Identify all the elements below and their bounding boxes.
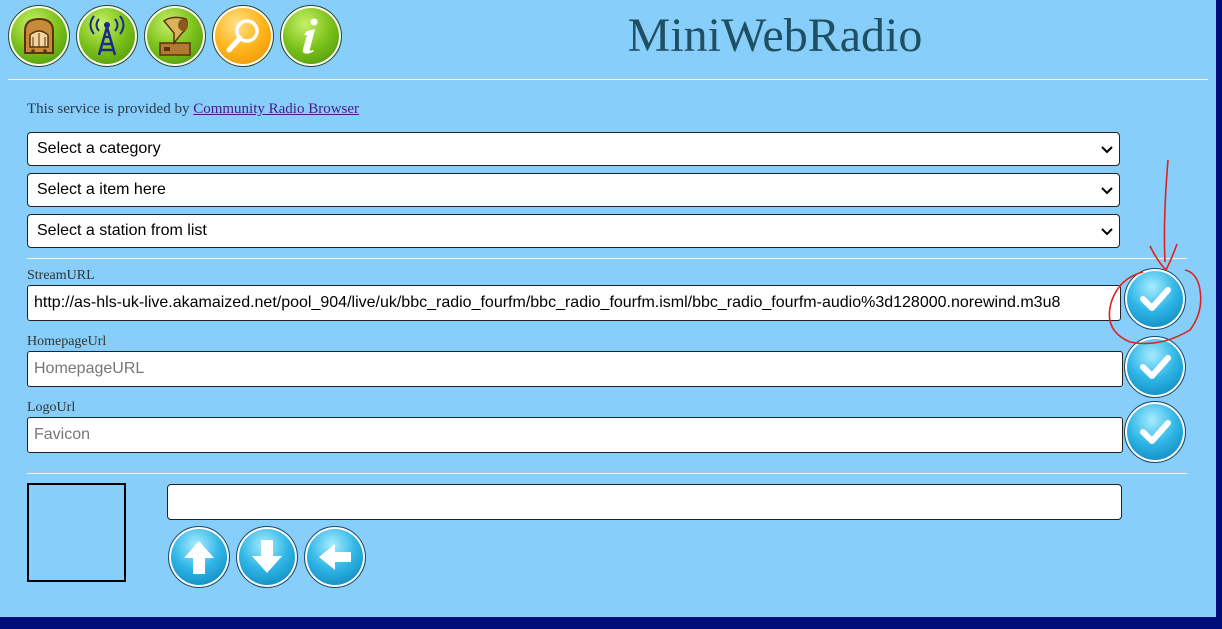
item-select-value: Select a item here xyxy=(37,181,166,198)
move-up-button[interactable] xyxy=(168,526,230,588)
page-title: MiniWebRadio xyxy=(627,9,923,62)
chevron-down-icon xyxy=(1101,146,1113,154)
item-select[interactable]: Select a item here xyxy=(27,173,1120,207)
radio-nav-button[interactable] xyxy=(8,5,70,67)
checkmark-icon xyxy=(1140,287,1171,311)
stream-url-input[interactable] xyxy=(27,285,1121,321)
info-icon xyxy=(302,18,318,54)
search-icon xyxy=(226,19,259,53)
stream-url-confirm-button[interactable] xyxy=(1124,268,1186,330)
gramophone-nav-button[interactable] xyxy=(144,5,206,67)
logo-url-label: LogoUrl xyxy=(27,400,76,415)
antenna-icon xyxy=(89,15,125,56)
info-nav-button[interactable] xyxy=(280,5,342,67)
antenna-nav-button[interactable] xyxy=(76,5,138,67)
community-radio-browser-link[interactable]: Community Radio Browser xyxy=(193,101,359,117)
chevron-down-icon xyxy=(1101,228,1113,236)
stream-url-label: StreamURL xyxy=(27,268,95,283)
checkmark-icon xyxy=(1140,420,1171,444)
back-button[interactable] xyxy=(304,526,366,588)
homepage-url-label: HomepageUrl xyxy=(27,334,107,349)
station-select-value: Select a station from list xyxy=(37,222,207,239)
station-select[interactable]: Select a station from list xyxy=(27,214,1120,248)
chevron-down-icon xyxy=(1101,187,1113,195)
radio-icon xyxy=(24,17,54,54)
arrow-up-icon xyxy=(184,541,214,574)
move-down-button[interactable] xyxy=(236,526,298,588)
logo-preview xyxy=(27,483,126,582)
category-select-value: Select a category xyxy=(37,140,161,157)
search-nav-button[interactable] xyxy=(212,5,274,67)
category-select[interactable]: Select a category xyxy=(27,132,1120,166)
provider-prefix: This service is provided by xyxy=(27,101,194,117)
app-frame: MiniWebRadio This service is provided by… xyxy=(0,0,1216,617)
selects-divider xyxy=(27,257,1187,259)
arrow-left-icon xyxy=(319,544,351,570)
homepage-url-confirm-button[interactable] xyxy=(1124,336,1186,398)
logo-url-input[interactable] xyxy=(27,417,1123,453)
station-name-input[interactable] xyxy=(167,484,1122,520)
gramophone-icon xyxy=(159,16,191,56)
header-divider xyxy=(8,78,1208,80)
checkmark-icon xyxy=(1140,355,1171,379)
fields-divider xyxy=(27,472,1187,474)
arrow-down-icon xyxy=(252,540,282,573)
logo-url-confirm-button[interactable] xyxy=(1124,401,1186,463)
homepage-url-input[interactable] xyxy=(27,351,1123,387)
provider-text: This service is provided by Community Ra… xyxy=(27,101,359,118)
